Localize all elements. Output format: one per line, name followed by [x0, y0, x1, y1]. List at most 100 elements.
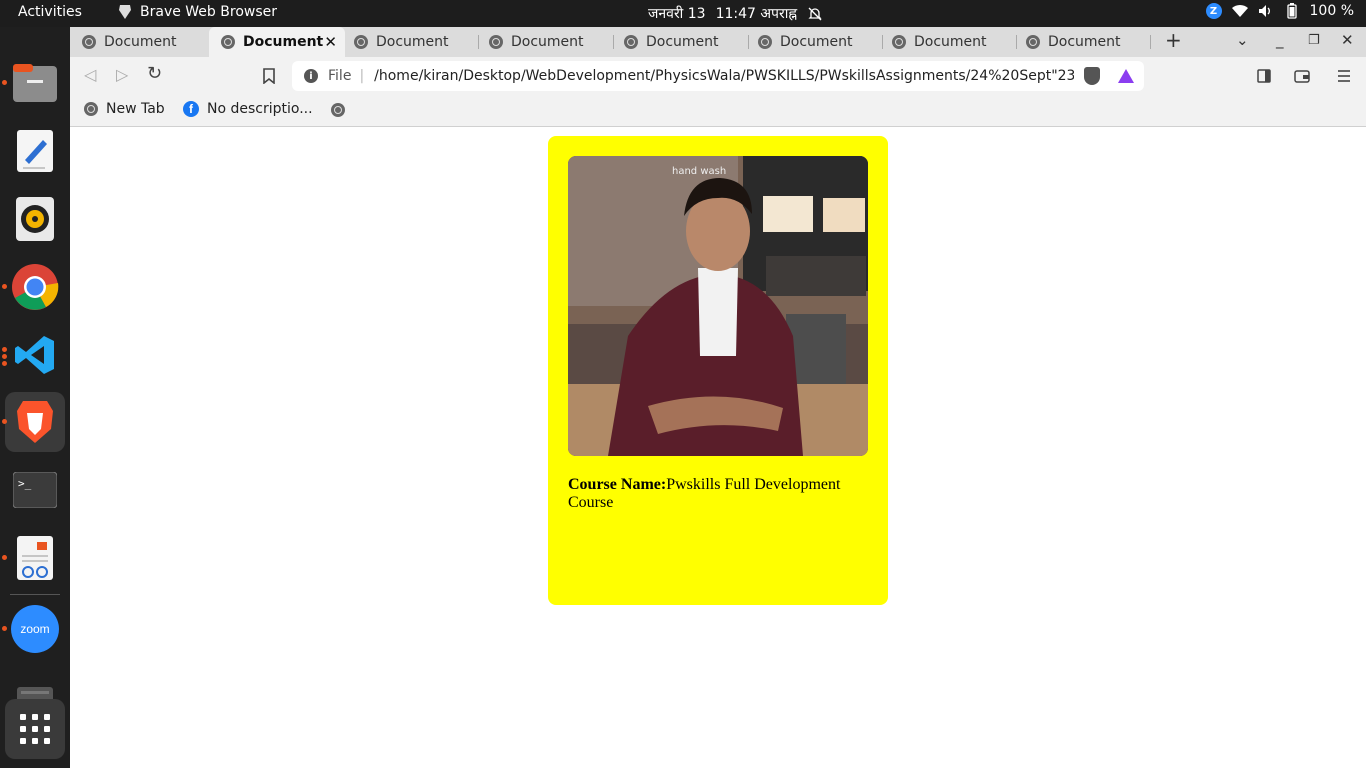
- rhythmbox-icon: [16, 197, 54, 241]
- menu-icon[interactable]: [1337, 69, 1351, 83]
- sidebar-toggle-icon[interactable]: [1257, 69, 1271, 83]
- dock-rhythmbox[interactable]: [5, 189, 65, 249]
- course-label: Course Name:: [568, 476, 667, 493]
- navigation-bar: ◁ ▷ ↻ i File | /home/kiran/Desktop/WebDe…: [70, 57, 1366, 95]
- globe-icon: [758, 35, 772, 49]
- profile-photo-illustration: hand wash: [568, 156, 868, 456]
- globe-icon: [892, 35, 906, 49]
- bookmarks-bar: New Tab f No descriptio...: [70, 95, 1366, 127]
- bookmark-globe[interactable]: [331, 103, 345, 117]
- wifi-icon: [1231, 4, 1248, 18]
- new-tab-button[interactable]: +: [1165, 28, 1182, 52]
- document-viewer-icon: [17, 536, 53, 580]
- notifications-muted-icon: [808, 7, 822, 20]
- browser-window: Document Document ✕ Document Document Doc…: [70, 27, 1366, 768]
- close-tab-icon[interactable]: ✕: [324, 33, 337, 51]
- wallet-icon[interactable]: [1294, 69, 1310, 83]
- system-tray[interactable]: Z 100 %: [1205, 3, 1354, 19]
- globe-icon: [84, 102, 98, 116]
- brave-lion-icon: [119, 5, 131, 19]
- chrome-icon: [12, 264, 59, 310]
- svg-text:>_: >_: [18, 477, 32, 490]
- tab-document-1[interactable]: Document: [70, 27, 208, 57]
- globe-icon: [624, 35, 638, 49]
- tab-document-8[interactable]: Document: [1014, 27, 1148, 57]
- terminal-icon: >_: [13, 472, 57, 508]
- bookmark-label: No descriptio...: [207, 101, 313, 117]
- app-menu[interactable]: Brave Web Browser: [118, 4, 277, 20]
- profile-photo: hand wash: [568, 156, 868, 456]
- running-indicator: [2, 626, 7, 631]
- restore-button[interactable]: ❐: [1308, 33, 1320, 48]
- dock-brave[interactable]: [2, 392, 65, 452]
- tab-label: Document: [104, 34, 177, 50]
- tab-document-6[interactable]: Document: [746, 27, 880, 57]
- globe-icon: [331, 103, 345, 117]
- tab-label: Document: [511, 34, 584, 50]
- date-label: जनवरी 13: [648, 6, 706, 22]
- tab-label: Document: [376, 34, 449, 50]
- dock-document-viewer[interactable]: [2, 528, 65, 588]
- globe-icon: [489, 35, 503, 49]
- tab-document-4[interactable]: Document: [477, 27, 611, 57]
- globe-icon: [221, 35, 235, 49]
- running-indicator: [2, 80, 7, 85]
- tab-document-2-active[interactable]: Document ✕: [209, 27, 345, 57]
- brave-rewards-icon[interactable]: [1118, 69, 1134, 83]
- dock-zoom[interactable]: zoom: [2, 599, 65, 659]
- dock-text-editor[interactable]: [5, 121, 65, 181]
- dock-separator: [10, 594, 60, 595]
- brave-icon: [17, 401, 53, 443]
- forward-button[interactable]: ▷: [116, 65, 128, 84]
- address-bar[interactable]: i File | /home/kiran/Desktop/WebDevelopm…: [292, 61, 1144, 91]
- clock[interactable]: जनवरी 13 11:47 अपराह्न: [648, 4, 823, 23]
- tab-label: Document: [1048, 34, 1121, 50]
- dock-terminal[interactable]: >_: [5, 460, 65, 520]
- tab-label: Document: [780, 34, 853, 50]
- page-content: hand wash Course Name:Pwskills Full Deve…: [70, 128, 1366, 768]
- close-window-button[interactable]: ✕: [1341, 31, 1354, 49]
- running-indicator: [2, 419, 7, 424]
- course-text: Course Name:Pwskills Full Development Co…: [568, 476, 868, 512]
- minimize-button[interactable]: _: [1276, 31, 1284, 49]
- bookmark-facebook[interactable]: f No descriptio...: [183, 101, 313, 117]
- show-apps-icon: [20, 714, 50, 744]
- running-indicator: [2, 354, 7, 359]
- time-label: 11:47 अपराह्न: [715, 6, 798, 22]
- reload-button[interactable]: ↻: [147, 63, 162, 84]
- running-indicator: [2, 284, 7, 289]
- show-apps-button[interactable]: [5, 699, 65, 759]
- vscode-icon: [15, 336, 54, 374]
- url-scheme-label: File: [328, 68, 352, 84]
- tab-label: Document: [243, 34, 324, 50]
- bookmark-new-tab[interactable]: New Tab: [84, 101, 165, 117]
- files-icon: [13, 64, 57, 102]
- profile-card: hand wash Course Name:Pwskills Full Deve…: [548, 136, 888, 605]
- zoom-tray-icon[interactable]: Z: [1205, 3, 1222, 19]
- tab-document-3[interactable]: Document: [342, 27, 476, 57]
- site-info-icon[interactable]: i: [304, 69, 318, 83]
- tab-label: Document: [914, 34, 987, 50]
- volume-icon: [1258, 5, 1270, 17]
- battery-percent: 100 %: [1309, 3, 1354, 19]
- dock-files[interactable]: [2, 53, 65, 113]
- tab-document-5[interactable]: Document: [612, 27, 746, 57]
- bookmark-icon[interactable]: [263, 68, 275, 84]
- globe-icon: [1026, 35, 1040, 49]
- activities-button[interactable]: Activities: [18, 4, 82, 20]
- tab-document-7[interactable]: Document: [880, 27, 1014, 57]
- running-indicator: [2, 361, 7, 366]
- dock-chrome[interactable]: [2, 257, 65, 317]
- dock-vscode[interactable]: [2, 325, 65, 385]
- system-top-bar: Activities Brave Web Browser जनवरी 13 11…: [0, 0, 1366, 27]
- zoom-icon: zoom: [11, 605, 59, 653]
- zoom-icon-label: zoom: [20, 622, 50, 636]
- tab-search-chevron-icon[interactable]: ⌄: [1236, 31, 1249, 49]
- brave-shields-icon[interactable]: [1084, 67, 1100, 85]
- back-button[interactable]: ◁: [84, 65, 96, 84]
- url-text[interactable]: /home/kiran/Desktop/WebDevelopment/Physi…: [374, 68, 1074, 84]
- text-editor-icon: [17, 130, 53, 172]
- running-indicator: [2, 347, 7, 352]
- url-divider: |: [359, 68, 365, 84]
- photo-sign-text: hand wash: [672, 166, 726, 177]
